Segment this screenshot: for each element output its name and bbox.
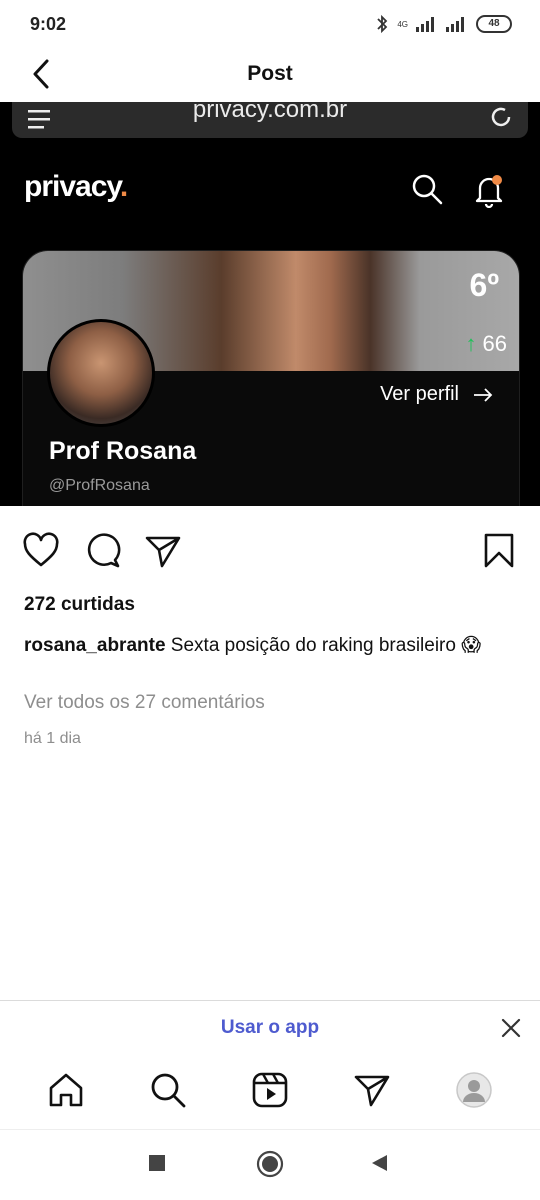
signal-icon bbox=[416, 17, 434, 32]
creator-name: Prof Rosana bbox=[49, 437, 197, 465]
share-icon[interactable] bbox=[144, 532, 182, 570]
direct-icon[interactable] bbox=[353, 1071, 391, 1109]
status-bar: 9:02 4G 48 bbox=[0, 0, 540, 50]
app-banner: Usar o app bbox=[0, 1000, 540, 1056]
caption-username[interactable]: rosana_abrante bbox=[24, 635, 166, 656]
heart-icon[interactable] bbox=[22, 532, 60, 570]
score: ↑ 66 bbox=[466, 331, 507, 357]
home-icon[interactable] bbox=[47, 1071, 85, 1109]
brand-text: privacy bbox=[24, 170, 121, 203]
use-app-button[interactable]: Usar o app bbox=[0, 1017, 540, 1039]
post-timestamp: há 1 dia bbox=[24, 730, 81, 747]
signal-icon bbox=[446, 17, 464, 32]
reload-icon bbox=[491, 107, 511, 127]
arrow-right-icon bbox=[474, 387, 493, 402]
network-label: 4G bbox=[397, 19, 408, 29]
search-icon bbox=[412, 174, 443, 205]
creator-handle: @ProfRosana bbox=[49, 477, 150, 494]
bluetooth-icon bbox=[377, 14, 388, 34]
brand-logo: privacy. bbox=[24, 170, 128, 204]
brand-dot: . bbox=[119, 170, 128, 203]
profile-icon[interactable] bbox=[455, 1071, 493, 1109]
bookmark-icon[interactable] bbox=[480, 532, 518, 570]
view-profile-label: Ver perfil bbox=[380, 383, 459, 405]
search-icon[interactable] bbox=[149, 1071, 187, 1109]
url-bar: privacy.com.br bbox=[12, 102, 528, 138]
battery-icon: 48 bbox=[476, 15, 512, 33]
up-arrow-icon: ↑ bbox=[465, 331, 477, 356]
likes-count[interactable]: 272 curtidas bbox=[24, 594, 135, 616]
status-icons: 4G 48 bbox=[375, 14, 512, 34]
status-time: 9:02 bbox=[30, 14, 67, 34]
caption-emoji: 😱 bbox=[461, 635, 482, 656]
caption-text: Sexta posição do raking brasileiro bbox=[170, 635, 456, 656]
view-profile-link: Ver perfil bbox=[380, 383, 493, 406]
reels-icon[interactable] bbox=[251, 1071, 289, 1109]
close-icon[interactable] bbox=[500, 1017, 522, 1039]
view-comments-link[interactable]: Ver todos os 27 comentários bbox=[24, 692, 265, 714]
url-text: privacy.com.br bbox=[192, 102, 348, 123]
system-nav-bar bbox=[0, 1130, 540, 1200]
square-nav-icon[interactable] bbox=[148, 1154, 166, 1172]
triangle-nav-icon[interactable] bbox=[370, 1154, 388, 1172]
bell-icon bbox=[475, 175, 503, 208]
post-caption: rosana_abrante Sexta posição do raking b… bbox=[24, 632, 520, 660]
post-image[interactable]: privacy.com.br privacy. 6º ↑ 66 Ver perfi… bbox=[0, 102, 540, 506]
bottom-nav bbox=[0, 1055, 540, 1130]
comment-icon[interactable] bbox=[84, 532, 122, 570]
score-value: 66 bbox=[482, 331, 507, 356]
circle-nav-icon[interactable] bbox=[256, 1150, 284, 1178]
profile-card: 6º ↑ 66 Ver perfil Prof Rosana @ProfRosan… bbox=[22, 250, 520, 506]
rank-value: 6º bbox=[469, 267, 499, 303]
page-title: Post bbox=[247, 62, 293, 85]
creator-avatar bbox=[47, 319, 155, 427]
